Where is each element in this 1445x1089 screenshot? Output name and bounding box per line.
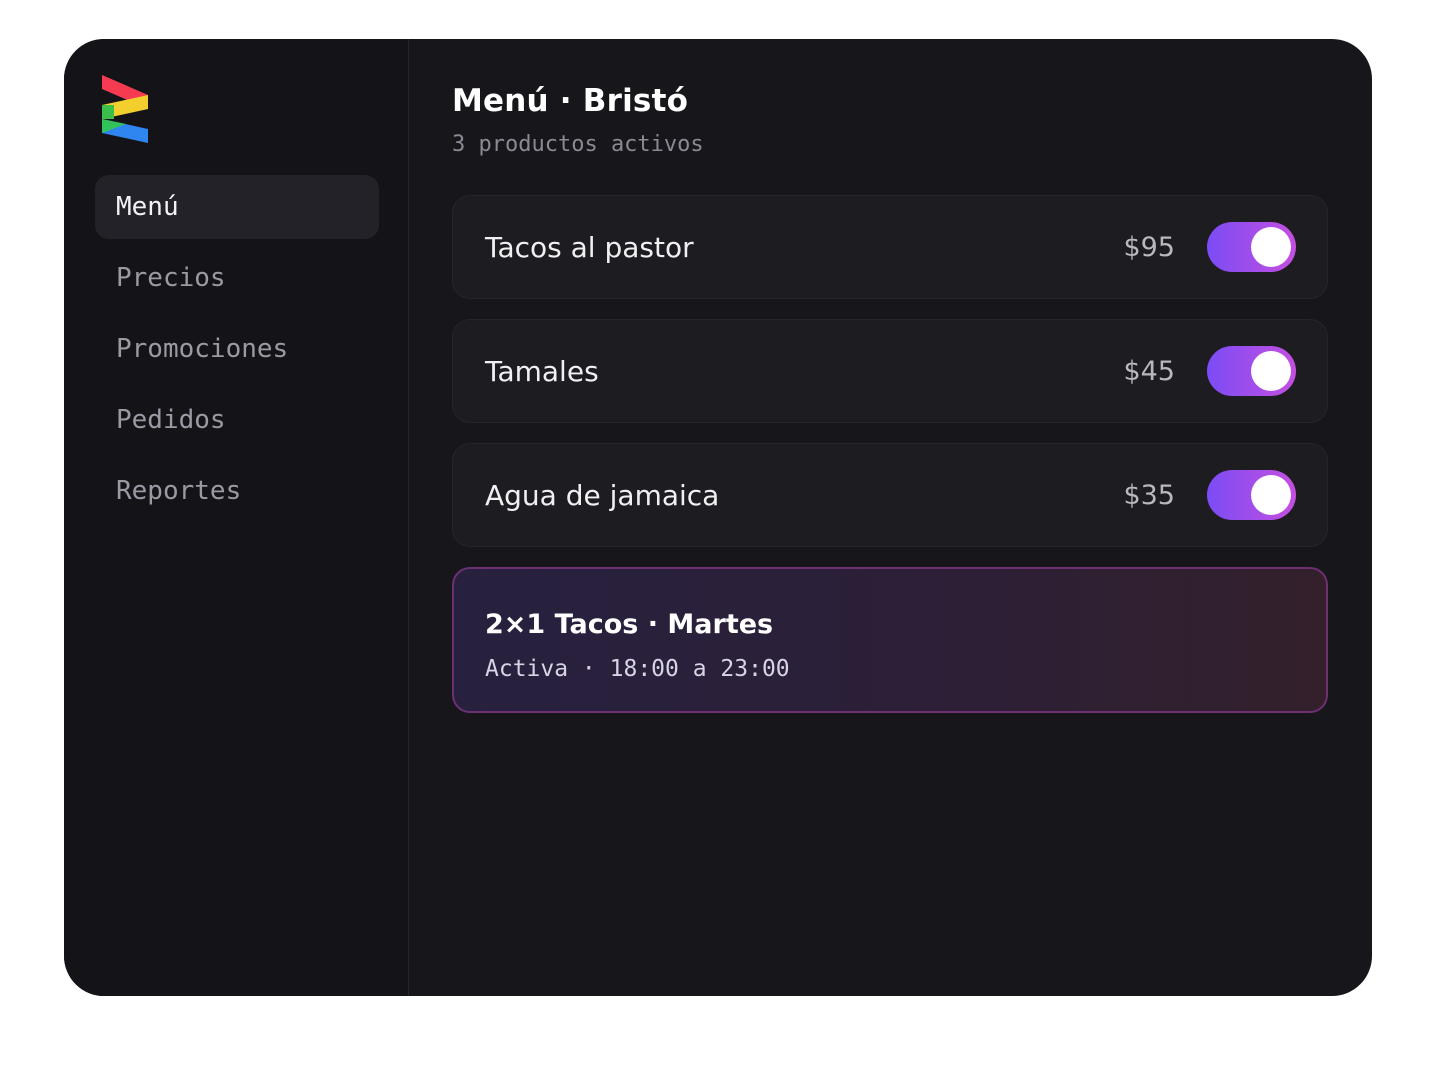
product-toggle[interactable]	[1207, 222, 1296, 272]
page-title: Menú · Bristó	[452, 83, 689, 119]
promo-title: 2×1 Tacos · Martes	[485, 609, 774, 640]
sidebar-item-reportes[interactable]: Reportes	[95, 459, 379, 523]
sidebar-item-menu[interactable]: Menú	[95, 175, 379, 239]
promo-detail: Activa · 18:00 a 23:00	[485, 656, 790, 682]
main-content: Menú · Bristó 3 productos activos Tacos …	[409, 39, 1372, 996]
toggle-knob	[1251, 351, 1291, 391]
app-window: Menú Precios Promociones Pedidos Reporte…	[64, 39, 1372, 996]
sidebar: Menú Precios Promociones Pedidos Reporte…	[64, 39, 409, 996]
product-toggle[interactable]	[1207, 346, 1296, 396]
promo-card[interactable]: 2×1 Tacos · Martes Activa · 18:00 a 23:0…	[452, 567, 1328, 713]
product-row: Tacos al pastor $95	[452, 195, 1328, 299]
page-subtitle: 3 productos activos	[452, 132, 704, 157]
sidebar-nav: Menú Precios Promociones Pedidos Reporte…	[95, 175, 379, 530]
toggle-knob	[1251, 475, 1291, 515]
product-price: $35	[1123, 479, 1175, 511]
product-name: Agua de jamaica	[485, 478, 720, 512]
product-list: Tacos al pastor $95 Tamales $45 Agua de …	[452, 195, 1328, 567]
product-row: Agua de jamaica $35	[452, 443, 1328, 547]
z-stripes-logo-icon	[102, 75, 148, 143]
product-name: Tamales	[485, 354, 599, 388]
sidebar-item-precios[interactable]: Precios	[95, 246, 379, 310]
product-row: Tamales $45	[452, 319, 1328, 423]
sidebar-item-promociones[interactable]: Promociones	[95, 317, 379, 381]
sidebar-item-pedidos[interactable]: Pedidos	[95, 388, 379, 452]
product-name: Tacos al pastor	[485, 230, 694, 264]
product-price: $95	[1123, 231, 1175, 263]
product-price: $45	[1123, 355, 1175, 387]
product-toggle[interactable]	[1207, 470, 1296, 520]
toggle-knob	[1251, 227, 1291, 267]
